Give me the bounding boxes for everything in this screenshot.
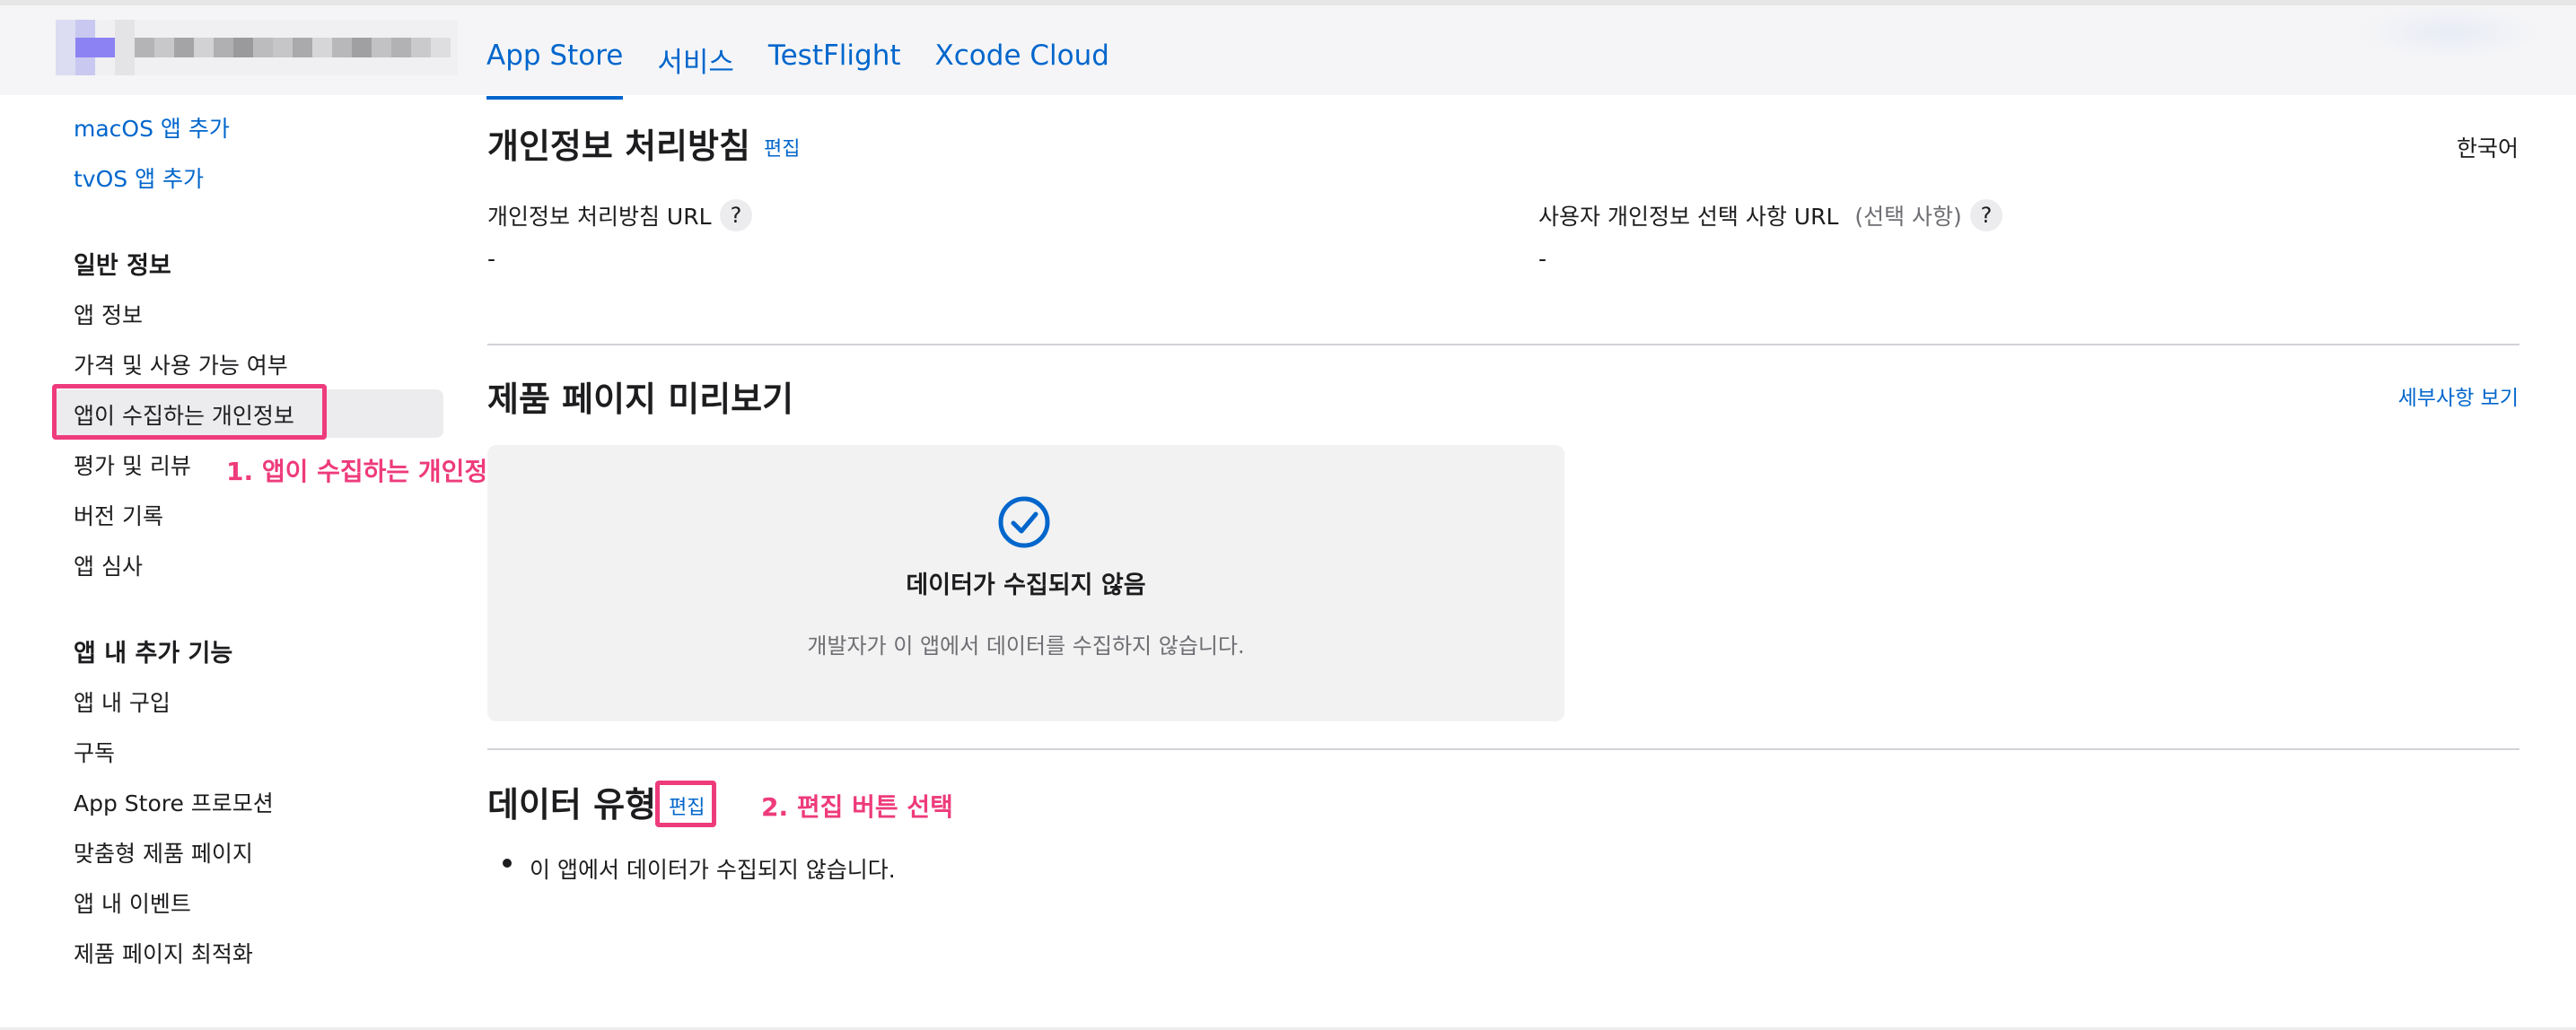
sidebar-item-in-app-events[interactable]: 앱 내 이벤트	[74, 886, 191, 919]
user-choices-url-value: -	[1538, 246, 1547, 272]
tab-services[interactable]: 서비스	[657, 39, 734, 80]
checkmark-circle-icon	[998, 496, 1050, 548]
sidebar-item-pricing[interactable]: 가격 및 사용 가능 여부	[74, 348, 288, 380]
annotation-highlight-box-2	[655, 781, 716, 827]
sidebar-item-app-info[interactable]: 앱 정보	[74, 298, 143, 330]
privacy-url-help-icon[interactable]: ?	[720, 199, 752, 231]
add-tvos-app-link[interactable]: tvOS 앱 추가	[74, 161, 204, 194]
sidebar-heading-general: 일반 정보	[74, 252, 171, 280]
annotation-step-2: 2. 편집 버튼 선택	[761, 792, 953, 822]
tab-testflight[interactable]: TestFlight	[768, 39, 901, 80]
view-details-link[interactable]: 세부사항 보기	[2398, 380, 2519, 411]
sidebar-item-custom-product-pages[interactable]: 맞춤형 제품 페이지	[74, 836, 253, 869]
data-types-title: 데이터 유형	[487, 785, 657, 825]
sidebar-item-app-review[interactable]: 앱 심사	[74, 549, 143, 581]
tab-app-store[interactable]: App Store	[486, 39, 624, 100]
privacy-policy-edit-link[interactable]: 편집	[764, 133, 800, 161]
sidebar-item-subscriptions[interactable]: 구독	[74, 736, 115, 768]
no-data-collected-subtitle: 개발자가 이 앱에서 데이터를 수집하지 않습니다.	[807, 633, 1245, 659]
annotation-highlight-box-1	[52, 384, 327, 440]
sidebar-item-app-store-promotions[interactable]: App Store 프로모션	[74, 786, 274, 818]
tab-xcode-cloud[interactable]: Xcode Cloud	[935, 39, 1109, 80]
sidebar-item-ratings-reviews[interactable]: 평가 및 리뷰	[74, 449, 191, 481]
section-divider-2	[487, 748, 2519, 750]
no-data-collected-title: 데이터가 수집되지 않음	[906, 572, 1146, 599]
user-choices-url-label: 사용자 개인정보 선택 사항 URL (선택 사항)	[1538, 199, 1962, 231]
sidebar-item-version-history[interactable]: 버전 기록	[74, 499, 163, 531]
privacy-url-value: -	[487, 246, 496, 272]
user-choices-url-label-text: 사용자 개인정보 선택 사항 URL	[1538, 204, 1839, 230]
header-decoration	[2361, 5, 2540, 59]
sidebar-item-in-app-purchases[interactable]: 앱 내 구입	[74, 685, 171, 718]
account-logo-blurred	[56, 20, 458, 75]
sidebar-heading-in-app-features: 앱 내 추가 기능	[74, 640, 233, 668]
add-macos-app-link[interactable]: macOS 앱 추가	[74, 111, 230, 144]
section-divider-1	[487, 344, 2519, 345]
user-choices-help-icon[interactable]: ?	[1970, 199, 2002, 231]
language-label: 한국어	[2456, 135, 2519, 161]
privacy-url-label: 개인정보 처리방침 URL	[487, 204, 712, 230]
bullet-dot	[503, 859, 512, 868]
user-choices-optional-text: (선택 사항)	[1854, 204, 1962, 230]
data-types-list-item: 이 앱에서 데이터가 수집되지 않습니다.	[530, 857, 896, 883]
privacy-policy-title: 개인정보 처리방침	[487, 127, 750, 166]
product-page-preview-title: 제품 페이지 미리보기	[487, 380, 794, 419]
top-navigation: App Store 서비스 TestFlight Xcode Cloud	[486, 39, 1109, 100]
preview-card: 데이터가 수집되지 않음 개발자가 이 앱에서 데이터를 수집하지 않습니다.	[487, 445, 1564, 721]
sidebar-item-product-page-optimization[interactable]: 제품 페이지 최적화	[74, 937, 253, 969]
